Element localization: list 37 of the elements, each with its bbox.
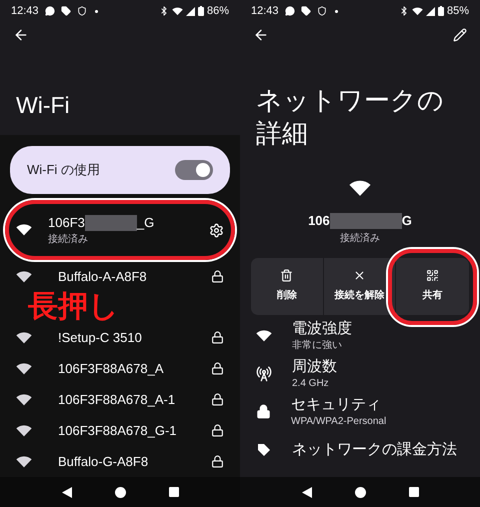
detail-label: 周波数 <box>292 356 337 376</box>
network-name: 106 <box>308 212 330 230</box>
network-name: !Setup-C 3510 <box>58 328 143 347</box>
network-name: 106F3F88A678_G-1 <box>58 422 178 440</box>
wifi-toggle-card[interactable]: Wi-Fi の使用 <box>10 146 230 194</box>
page-title: Wi-Fi <box>16 94 70 117</box>
action-button[interactable]: 削除 <box>251 258 324 314</box>
network-row[interactable]: 106F3F88A678_A <box>0 353 240 384</box>
detail-label: 電波強度 <box>292 318 352 338</box>
connection-status: 接続済み <box>340 232 380 246</box>
action-button[interactable]: 接続を解除 <box>324 258 396 314</box>
action-button[interactable]: 共有 <box>396 258 469 314</box>
clock-time: 12:43 <box>251 4 279 19</box>
annotation-text: 長押し <box>28 292 119 322</box>
wifi-toggle-label: Wi-Fi の使用 <box>27 161 100 180</box>
clock-time: 12:43 <box>11 4 39 19</box>
battery-percent: 86% <box>206 4 229 19</box>
network-row[interactable]: 106F3F88A678_G-1 <box>0 415 240 446</box>
battery-percent: 85% <box>446 4 469 19</box>
network-row[interactable]: 106F3F88A678_A-1 <box>0 384 240 415</box>
network-row[interactable]: Buffalo-A-A8F8 <box>0 261 240 292</box>
detail-value: 非常に強い <box>292 338 343 352</box>
network-name: Buffalo-G-A8F8 <box>58 452 150 471</box>
network-name: 106F3 <box>48 214 85 232</box>
network-name: _G <box>136 214 154 232</box>
detail-label: ネットワークの課金方法 <box>292 440 457 459</box>
network-name: Buffalo-A-A8F8 <box>58 268 148 286</box>
detail-value: WPA/WPA2-Personal <box>291 414 386 428</box>
page-title: ネットワークの詳細 <box>255 84 445 150</box>
detail-label: セキュリティ <box>291 394 382 414</box>
network-name: G <box>402 212 412 230</box>
network-name: 106F3F88A678_A <box>58 360 165 378</box>
network-name: 106F3F88A678_A-1 <box>58 390 176 409</box>
network-row[interactable]: !Setup-C 3510 <box>0 322 240 353</box>
network-row[interactable]: Buffalo-G-A8F8 <box>0 446 240 477</box>
connection-status: 接続済み <box>48 232 89 248</box>
detail-value: 2.4 GHz <box>292 376 330 390</box>
